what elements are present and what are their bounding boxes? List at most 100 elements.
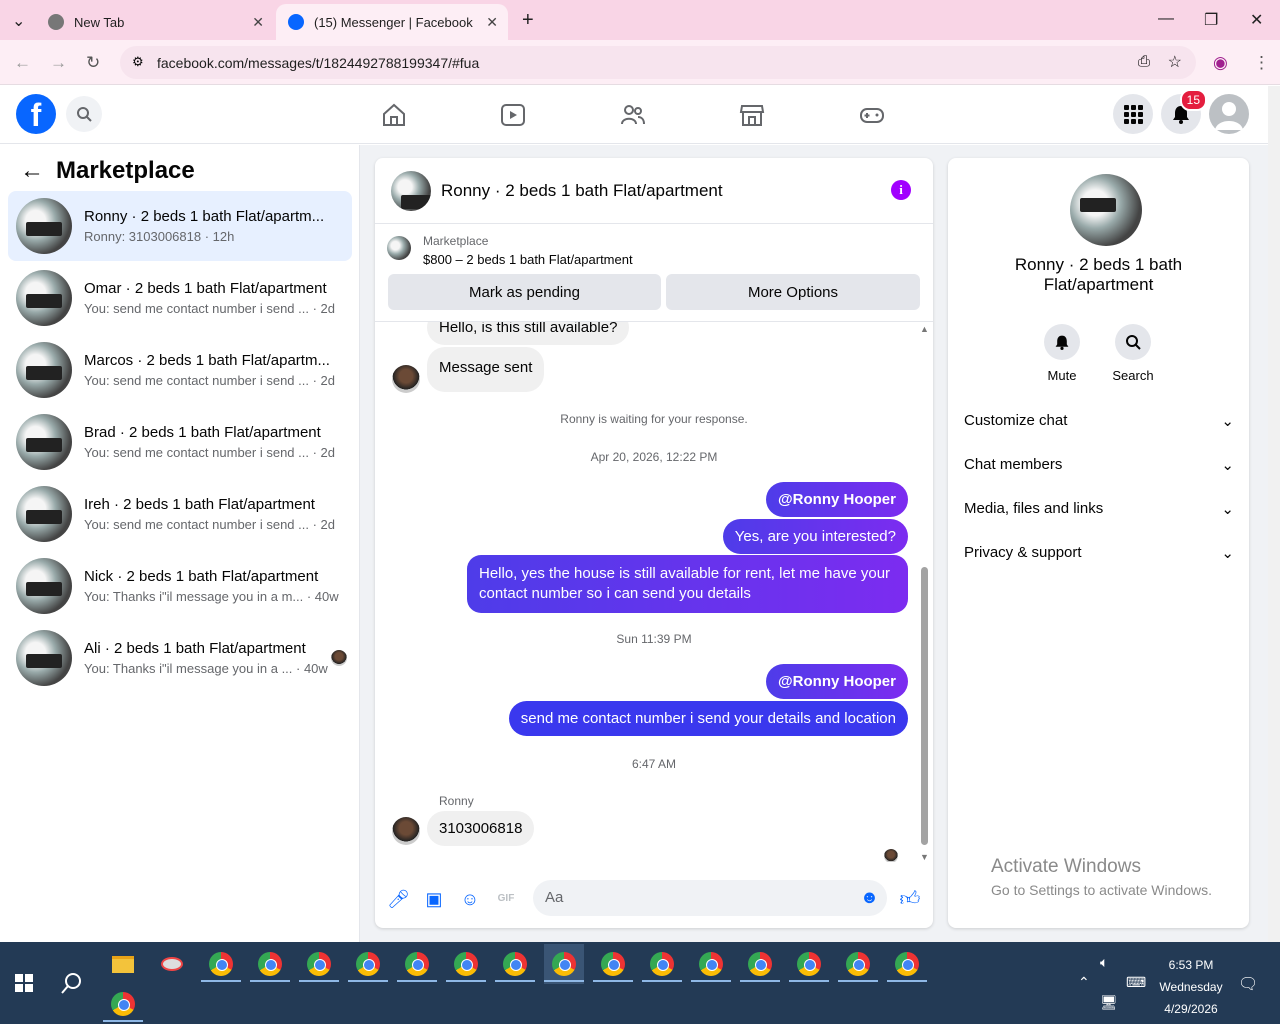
emoji-icon[interactable]: ☻ xyxy=(860,887,879,908)
timestamp: Apr 20, 2026, 12:22 PM xyxy=(590,450,718,464)
search-icon[interactable] xyxy=(61,972,83,994)
close-tab-icon[interactable]: ✕ xyxy=(252,14,264,31)
chrome-taskbar-icon[interactable] xyxy=(642,944,682,984)
volume-icon[interactable]: 🔈︎ xyxy=(1100,954,1108,971)
bookmark-star-icon[interactable]: ☆ xyxy=(1168,52,1182,72)
close-window-icon[interactable]: ✕ xyxy=(1250,10,1263,30)
network-icon[interactable]: 🖥︎ xyxy=(1100,994,1118,1011)
profile-icon[interactable]: ◉ xyxy=(1213,53,1228,73)
conversation-brad[interactable]: Brad · 2 beds 1 bath Flat/apartment You: … xyxy=(8,407,352,477)
chrome-taskbar-icon[interactable] xyxy=(887,944,927,984)
menu-grid-button[interactable] xyxy=(1113,94,1153,134)
gif-icon[interactable]: GIF xyxy=(495,888,517,910)
tab-messenger[interactable]: (15) Messenger | Facebook ✕ xyxy=(276,4,508,40)
chrome-taskbar-icon[interactable] xyxy=(838,944,878,984)
gaming-icon[interactable] xyxy=(859,102,885,128)
customize-chat-section[interactable]: Customize chat ⌄ xyxy=(964,412,1234,430)
page-scrollbar[interactable] xyxy=(1268,86,1280,942)
chrome-taskbar-icon[interactable] xyxy=(201,944,241,984)
privacy-support-section[interactable]: Privacy & support ⌄ xyxy=(964,544,1234,562)
listing-thumbnail[interactable] xyxy=(387,236,411,260)
chrome-taskbar-icon[interactable] xyxy=(103,984,143,1024)
file-explorer-icon[interactable] xyxy=(103,944,143,984)
like-icon[interactable]: 👍︎ xyxy=(899,888,921,910)
chat-scrollbar[interactable]: ▲ ▼ xyxy=(919,322,929,862)
chevron-up-icon[interactable]: ⌃ xyxy=(1078,974,1090,991)
search-conversation-button[interactable]: Search xyxy=(1103,324,1163,383)
conversation-nick[interactable]: Nick · 2 beds 1 bath Flat/apartment You: … xyxy=(8,551,352,621)
install-icon[interactable]: ⎙ xyxy=(1138,53,1150,70)
chrome-taskbar-icon[interactable] xyxy=(789,944,829,984)
conversation-ireh[interactable]: Ireh · 2 beds 1 bath Flat/apartment You: … xyxy=(8,479,352,549)
clock-time: 6:53 PM xyxy=(1168,958,1214,972)
site-info-icon[interactable]: ⚙ xyxy=(132,54,144,70)
friends-icon[interactable] xyxy=(620,102,646,128)
tab-search-icon[interactable]: ⌄ xyxy=(12,11,25,31)
sticker-icon[interactable]: ☺ xyxy=(459,888,481,910)
menu-icon[interactable]: ⋮ xyxy=(1253,53,1270,73)
paint-app-icon[interactable] xyxy=(152,944,192,984)
chrome-taskbar-icon[interactable] xyxy=(446,944,486,984)
info-icon[interactable]: i xyxy=(891,180,911,200)
account-avatar[interactable] xyxy=(1209,94,1249,134)
chrome-taskbar-icon[interactable] xyxy=(593,944,633,984)
photo-icon[interactable]: ▣ xyxy=(423,888,445,910)
chat-members-section[interactable]: Chat members ⌄ xyxy=(964,456,1234,474)
more-options-button[interactable]: More Options xyxy=(666,274,920,310)
chevron-down-icon: ⌄ xyxy=(1221,413,1234,430)
restore-icon[interactable]: ❐ xyxy=(1204,10,1218,30)
microphone-icon[interactable]: 🎤︎ xyxy=(387,888,410,910)
conversation-preview: You: send me contact number i send ... ·… xyxy=(84,301,335,316)
notification-badge: 15 xyxy=(1179,89,1207,111)
mute-button[interactable]: Mute xyxy=(1032,324,1092,383)
search-button[interactable] xyxy=(66,96,102,132)
close-tab-icon[interactable]: ✕ xyxy=(486,14,498,31)
chrome-taskbar-icon[interactable] xyxy=(691,944,731,984)
seen-avatar xyxy=(331,650,347,666)
clock[interactable]: 6:53 PM Wednesday 4/29/2026 xyxy=(1156,954,1226,1020)
browser-toolbar: ← → ↻ ⚙ facebook.com/messages/t/18244927… xyxy=(0,40,1280,85)
conversation-marcos[interactable]: Marcos · 2 beds 1 bath Flat/apartm... You… xyxy=(8,335,352,405)
chrome-taskbar-icon[interactable] xyxy=(397,944,437,984)
chrome-taskbar-icon[interactable] xyxy=(740,944,780,984)
conversation-ronny[interactable]: Ronny · 2 beds 1 bath Flat/apartm... Ronn… xyxy=(8,191,352,261)
listing-title[interactable]: $800 – 2 beds 1 bath Flat/apartment xyxy=(423,252,633,267)
chrome-taskbar-icon[interactable] xyxy=(250,944,290,984)
chrome-taskbar-icon[interactable] xyxy=(299,944,339,984)
facebook-logo[interactable]: f xyxy=(16,94,56,134)
back-icon[interactable]: ← xyxy=(14,53,31,73)
chrome-taskbar-icon[interactable] xyxy=(348,944,388,984)
address-bar[interactable]: ⚙ facebook.com/messages/t/18244927881993… xyxy=(120,46,1196,79)
chat-title[interactable]: Ronny · 2 beds 1 bath Flat/apartment xyxy=(441,181,723,201)
media-files-section[interactable]: Media, files and links ⌄ xyxy=(964,500,1234,518)
windows-start-icon[interactable] xyxy=(15,974,33,992)
keyboard-icon[interactable]: ⌨ xyxy=(1126,974,1146,991)
tab-label: New Tab xyxy=(74,14,125,30)
scroll-up-icon[interactable]: ▲ xyxy=(920,324,929,334)
marketplace-icon[interactable] xyxy=(739,102,765,128)
tab-new-tab[interactable]: New Tab ✕ xyxy=(36,4,274,40)
back-arrow-icon[interactable]: ← xyxy=(20,157,44,185)
sender-avatar[interactable] xyxy=(392,365,420,393)
chrome-taskbar-icon[interactable] xyxy=(495,944,535,984)
scroll-down-icon[interactable]: ▼ xyxy=(920,852,929,862)
minimize-icon[interactable]: — xyxy=(1158,10,1174,28)
conversation-omar[interactable]: Omar · 2 beds 1 bath Flat/apartment You: … xyxy=(8,263,352,333)
new-tab-icon[interactable]: + xyxy=(522,9,534,32)
listing-thumbnail xyxy=(16,486,72,542)
notifications-button[interactable]: 15 xyxy=(1161,89,1207,134)
forward-icon[interactable]: → xyxy=(50,53,67,73)
video-icon[interactable] xyxy=(500,102,526,128)
chat-thumbnail[interactable] xyxy=(391,170,431,211)
home-icon[interactable] xyxy=(381,102,407,128)
notification-center-icon[interactable]: 🗨︎ xyxy=(1238,974,1258,994)
listing-thumbnail[interactable] xyxy=(1070,174,1142,246)
chrome-taskbar-icon-active[interactable] xyxy=(544,944,584,984)
mark-pending-button[interactable]: Mark as pending xyxy=(388,274,661,310)
reload-icon[interactable]: ↻ xyxy=(86,53,100,73)
conversation-ali[interactable]: Ali · 2 beds 1 bath Flat/apartment You: T… xyxy=(8,623,352,693)
sender-avatar[interactable] xyxy=(392,817,420,845)
message-input[interactable]: Aa ☻ xyxy=(533,880,887,916)
url-text[interactable]: facebook.com/messages/t/1824492788199347… xyxy=(157,55,479,71)
scrollbar-thumb[interactable] xyxy=(921,567,928,845)
